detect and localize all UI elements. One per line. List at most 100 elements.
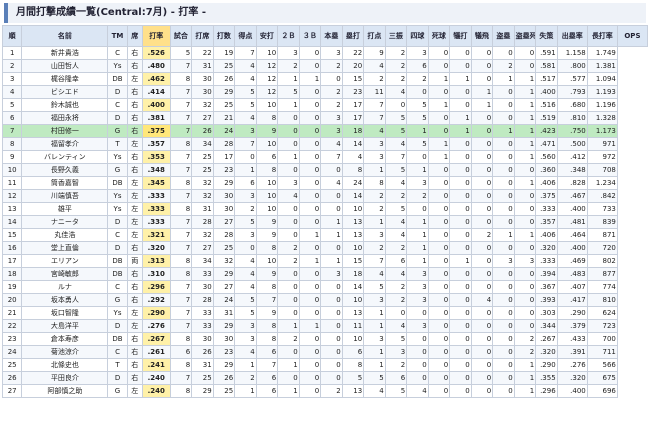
column-header[interactable]: 得点 — [234, 25, 257, 47]
column-header[interactable]: 盗塁 — [492, 25, 515, 47]
player-name-link[interactable]: バレンティン — [21, 150, 109, 164]
table-cell: 4 — [384, 176, 408, 190]
table-cell: 4 — [277, 189, 300, 203]
table-cell: 13 — [341, 228, 365, 242]
table-cell: 3 — [234, 124, 257, 138]
table-cell: 4 — [384, 267, 408, 281]
column-header[interactable]: OPS — [616, 25, 649, 47]
column-header[interactable]: ２Ｂ — [277, 25, 300, 47]
column-header[interactable]: 死球 — [427, 25, 451, 47]
player-name-link[interactable]: 筒香嘉智 — [21, 176, 109, 190]
player-name-link[interactable]: 倉本寿彦 — [21, 332, 109, 346]
table-cell: 0 — [427, 241, 451, 255]
table-cell: 0 — [449, 293, 472, 307]
table-cell: 1 — [513, 72, 537, 86]
table-cell: 7 — [169, 306, 193, 320]
table-cell: 24 — [212, 293, 236, 307]
player-name-link[interactable]: 坂口智隆 — [21, 306, 109, 320]
table-cell: 0 — [449, 371, 472, 385]
player-name-link[interactable]: 山田哲人 — [21, 59, 109, 73]
column-header[interactable]: 失策 — [535, 25, 558, 47]
column-header[interactable]: 三振 — [384, 25, 408, 47]
table-cell: 0 — [298, 189, 322, 203]
table-cell: 18 — [341, 124, 365, 138]
column-header[interactable]: 長打率 — [586, 25, 618, 47]
player-name-link[interactable]: 新井貴浩 — [21, 46, 109, 60]
table-cell: 4 — [470, 293, 494, 307]
table-cell: DB — [107, 176, 128, 190]
player-name-link[interactable]: 福田永将 — [21, 111, 109, 125]
player-name-link[interactable]: 丸佳浩 — [21, 228, 109, 242]
column-header[interactable]: 席 — [126, 25, 143, 47]
table-cell: 700 — [586, 332, 618, 346]
table-cell: 1 — [277, 98, 300, 112]
table-cell: 2 — [320, 59, 343, 73]
column-header[interactable]: 本塁 — [320, 25, 343, 47]
table-cell: 31 — [212, 306, 236, 320]
column-header[interactable]: 名前 — [21, 25, 109, 47]
player-name-link[interactable]: 宮崎敏郎 — [21, 267, 109, 281]
column-header[interactable]: 試合 — [169, 25, 193, 47]
column-header[interactable]: 盗塁死 — [513, 25, 537, 47]
player-name-link[interactable]: 福留孝介 — [21, 137, 109, 151]
table-cell: 0 — [298, 345, 322, 359]
player-name-link[interactable]: 雄平 — [21, 202, 109, 216]
player-name-link[interactable]: 菊池涼介 — [21, 345, 109, 359]
player-name-link[interactable]: 堂上直倫 — [21, 241, 109, 255]
table-cell: .412 — [556, 150, 588, 164]
column-header[interactable]: 打点 — [363, 25, 386, 47]
table-cell: 0 — [492, 384, 515, 398]
table-cell: 0 — [470, 189, 494, 203]
table-cell: 7 — [169, 85, 193, 99]
player-name-link[interactable]: 長野久義 — [21, 163, 109, 177]
column-header[interactable]: 犠飛 — [470, 25, 494, 47]
table-cell: 9 — [255, 228, 279, 242]
table-cell: 27 — [212, 280, 236, 294]
table-cell: 0 — [492, 293, 515, 307]
player-name-link[interactable]: ナニータ — [21, 215, 109, 229]
player-name-link[interactable]: 梶谷隆幸 — [21, 72, 109, 86]
table-cell: 3 — [277, 46, 300, 60]
player-name-link[interactable]: 平田良介 — [21, 371, 109, 385]
table-cell: 1 — [363, 358, 386, 372]
column-header[interactable]: 安打 — [255, 25, 279, 47]
column-header[interactable]: 塁打 — [341, 25, 365, 47]
table-cell: 5 — [384, 384, 408, 398]
player-name-link[interactable]: エリアン — [21, 254, 109, 268]
table-cell: 1 — [277, 358, 300, 372]
table-cell: 0 — [427, 293, 451, 307]
column-header[interactable]: 打数 — [212, 25, 236, 47]
column-header[interactable]: 打率 — [141, 25, 171, 47]
player-name-link[interactable]: 大島洋平 — [21, 319, 109, 333]
table-cell: .406 — [535, 176, 558, 190]
column-header[interactable]: 打席 — [191, 25, 214, 47]
table-cell: 4 — [384, 215, 408, 229]
table-cell: 0 — [427, 202, 451, 216]
column-header[interactable]: ３Ｂ — [298, 25, 322, 47]
table-cell: 7 — [255, 293, 279, 307]
player-name-link[interactable]: 村田修一 — [21, 124, 109, 138]
column-header[interactable]: 四球 — [406, 25, 429, 47]
player-name-link[interactable]: 坂本勇人 — [21, 293, 109, 307]
table-cell: 720 — [586, 241, 618, 255]
player-name-link[interactable]: 鈴木誠也 — [21, 98, 109, 112]
table-cell: 0 — [406, 202, 429, 216]
table-cell: 8 — [169, 358, 193, 372]
table-cell: 1.193 — [586, 85, 618, 99]
player-name-link[interactable]: ルナ — [21, 280, 109, 294]
table-cell: 7 — [363, 98, 386, 112]
table-cell: DB — [107, 254, 128, 268]
player-name-link[interactable]: 川端慎吾 — [21, 189, 109, 203]
table-cell: 2 — [470, 228, 494, 242]
column-header[interactable]: 犠打 — [449, 25, 472, 47]
column-header[interactable]: 順 — [1, 25, 23, 47]
column-header[interactable]: TM — [107, 25, 128, 47]
player-name-link[interactable]: 北條史也 — [21, 358, 109, 372]
table-cell: 0 — [320, 319, 343, 333]
table-cell: D — [107, 241, 128, 255]
player-name-link[interactable]: ビシエド — [21, 85, 109, 99]
table-cell: 30 — [191, 72, 214, 86]
player-name-link[interactable]: 阿部慎之助 — [21, 384, 109, 398]
column-header[interactable]: 出塁率 — [556, 25, 588, 47]
table-cell: 10 — [341, 241, 365, 255]
